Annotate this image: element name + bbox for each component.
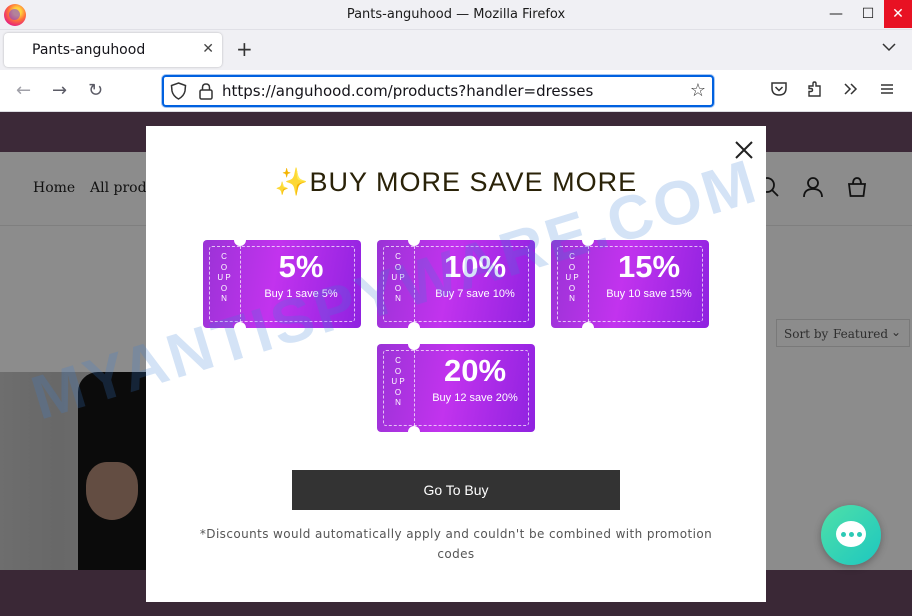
coupon-description: Buy 12 save 20% <box>432 392 518 404</box>
tab-close-icon[interactable]: ✕ <box>202 41 214 57</box>
overflow-chevrons-icon[interactable] <box>842 80 860 98</box>
minimize-button[interactable]: — <box>818 0 854 28</box>
list-all-tabs-button[interactable] <box>882 40 896 56</box>
coupon-side-label: C O U P O N <box>391 356 405 407</box>
coupon-side-label: C O U P O N <box>391 252 405 303</box>
back-button[interactable]: ← <box>16 80 31 101</box>
sparkle-icon: ✨ <box>274 167 310 197</box>
coupon-percent: 5% <box>278 249 324 284</box>
popup-heading-text: BUY MORE SAVE MORE <box>309 167 638 197</box>
chat-dot <box>841 532 846 537</box>
chevron-down-icon <box>882 43 896 52</box>
url-text[interactable]: https://anguhood.com/products?handler=dr… <box>222 82 593 100</box>
discount-disclaimer: *Discounts would automatically apply and… <box>199 527 713 561</box>
promo-popup: ✨BUY MORE SAVE MORE C O U P O N 5% Buy 1… <box>146 126 766 602</box>
live-chat-button[interactable] <box>821 505 881 565</box>
coupon-description: Buy 1 save 5% <box>264 288 338 300</box>
tab-pants-anguhood[interactable]: Pants-anguhood ✕ <box>4 33 222 67</box>
maximize-button[interactable]: ☐ <box>850 0 886 28</box>
forward-button[interactable]: → <box>52 80 67 101</box>
url-bar[interactable]: https://anguhood.com/products?handler=dr… <box>162 75 714 107</box>
coupon-side-label: C O U P O N <box>217 252 231 303</box>
shield-icon[interactable] <box>170 82 187 100</box>
window-title: Pants-anguhood — Mozilla Firefox <box>346 7 566 22</box>
coupon-20[interactable]: C O U P O N 20% Buy 12 save 20% <box>377 344 535 432</box>
coupon-percent: 15% <box>617 249 681 284</box>
coupon-side-label: C O U P O N <box>565 252 579 303</box>
go-to-buy-button[interactable]: Go To Buy <box>292 470 620 510</box>
bookmark-star-icon[interactable]: ☆ <box>690 80 706 101</box>
reload-button[interactable]: ↻ <box>88 80 103 101</box>
hamburger-menu-icon[interactable] <box>878 80 896 98</box>
navigation-toolbar: ← → ↻ https://anguhood.com/products?hand… <box>0 70 912 112</box>
new-tab-button[interactable]: + <box>236 37 253 61</box>
coupon-5[interactable]: C O U P O N 5% Buy 1 save 5% <box>203 240 361 328</box>
coupon-description: Buy 7 save 10% <box>435 288 515 300</box>
coupon-description: Buy 10 save 15% <box>606 288 692 300</box>
coupon-percent: 20% <box>443 353 507 388</box>
extensions-icon[interactable] <box>806 80 824 98</box>
window-titlebar: Pants-anguhood — Mozilla Firefox — ☐ ✕ <box>0 0 912 30</box>
popup-close-icon[interactable] <box>732 138 756 162</box>
pocket-icon[interactable] <box>770 80 788 98</box>
chat-dot <box>857 532 862 537</box>
chat-dot <box>849 532 854 537</box>
lock-icon[interactable] <box>198 82 214 100</box>
popup-heading: ✨BUY MORE SAVE MORE <box>146 166 766 198</box>
close-window-button[interactable]: ✕ <box>884 0 912 28</box>
tab-title: Pants-anguhood <box>32 42 146 58</box>
tab-bar: Pants-anguhood ✕ <box>0 30 912 70</box>
coupon-percent: 10% <box>443 249 507 284</box>
coupon-15[interactable]: C O U P O N 15% Buy 10 save 15% <box>551 240 709 328</box>
coupon-10[interactable]: C O U P O N 10% Buy 7 save 10% <box>377 240 535 328</box>
